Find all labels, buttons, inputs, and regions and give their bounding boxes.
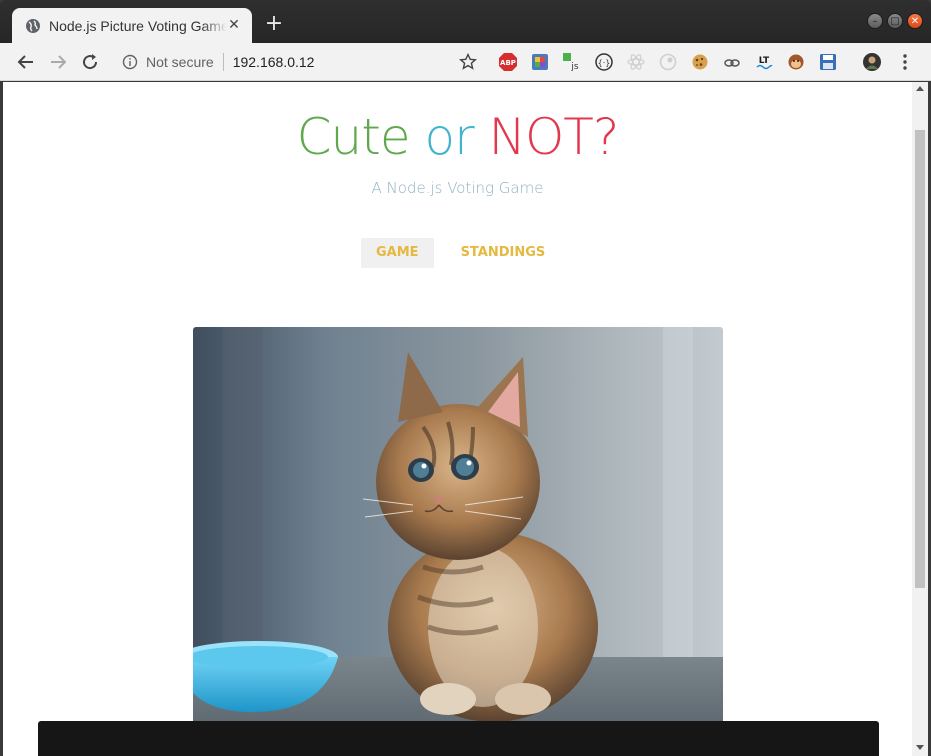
main-nav: GAME STANDINGS (361, 238, 560, 268)
svg-text:ABP: ABP (500, 59, 516, 67)
nav-standings-link[interactable]: STANDINGS (446, 238, 561, 268)
page-scrollbar[interactable] (912, 82, 928, 756)
svg-text:LT: LT (759, 56, 770, 66)
scrollbar-thumb[interactable] (915, 130, 925, 588)
forward-arrow-icon[interactable] (46, 50, 70, 74)
title-word-or: or (424, 108, 474, 166)
security-label: Not secure (146, 54, 214, 70)
scroll-down-arrow-icon[interactable] (916, 745, 924, 750)
svg-text:js: js (570, 62, 579, 72)
back-arrow-icon[interactable] (14, 50, 38, 74)
site-subtitle: A Node.js Voting Game (371, 179, 544, 197)
reload-icon[interactable] (78, 50, 102, 74)
globe-icon (26, 18, 40, 33)
browser-toolbar: Not secure 192.168.0.12 ABP js {·} LT (0, 43, 931, 81)
page-viewport: Cute or NOT? A Node.js Voting Game GAME … (3, 82, 912, 756)
braces-circle-icon[interactable]: {·} (594, 52, 614, 72)
kitten-photo[interactable] (193, 327, 723, 727)
circle-dial-icon[interactable] (658, 52, 678, 72)
window-controls: – □ ✕ (867, 13, 923, 29)
floppy-disk-icon[interactable] (818, 52, 838, 72)
maximize-button[interactable]: □ (887, 13, 903, 29)
nav-game-link[interactable]: GAME (361, 238, 434, 268)
js-extension-icon[interactable]: js (562, 52, 582, 72)
tab-title: Node.js Picture Voting Game (49, 17, 227, 34)
lt-wave-icon[interactable]: LT (754, 52, 774, 72)
browser-titlebar: Node.js Picture Voting Game ✕ + – □ ✕ (0, 0, 931, 43)
adblock-plus-icon[interactable]: ABP (498, 52, 518, 72)
cookie-icon[interactable] (690, 52, 710, 72)
monkey-face-icon[interactable] (786, 52, 806, 72)
close-window-button[interactable]: ✕ (907, 13, 923, 29)
omnibox-divider (222, 53, 224, 71)
kitten-illustration (193, 327, 723, 727)
title-word-not: NOT? (488, 108, 620, 166)
site-title: Cute or NOT? (3, 108, 912, 166)
info-icon[interactable] (122, 54, 138, 70)
scroll-up-arrow-icon[interactable] (916, 86, 924, 91)
svg-text:{·}: {·} (598, 59, 611, 68)
bottom-overlay-bar (38, 721, 879, 756)
browser-tab[interactable]: Node.js Picture Voting Game ✕ (12, 8, 252, 43)
new-tab-button[interactable]: + (262, 12, 286, 36)
address-bar[interactable]: Not secure 192.168.0.12 (110, 47, 488, 77)
user-avatar-icon[interactable] (862, 52, 882, 72)
link-chain-icon[interactable] (722, 52, 742, 72)
url-text[interactable]: 192.168.0.12 (233, 54, 315, 70)
colorful-grid-icon[interactable] (530, 52, 550, 72)
react-devtools-icon[interactable] (626, 52, 646, 72)
browser-menu-icon[interactable] (895, 52, 915, 72)
bookmark-star-icon[interactable] (458, 52, 478, 72)
tab-close-icon[interactable]: ✕ (226, 17, 242, 33)
minimize-button[interactable]: – (867, 13, 883, 29)
title-word-cute: Cute (296, 108, 411, 166)
